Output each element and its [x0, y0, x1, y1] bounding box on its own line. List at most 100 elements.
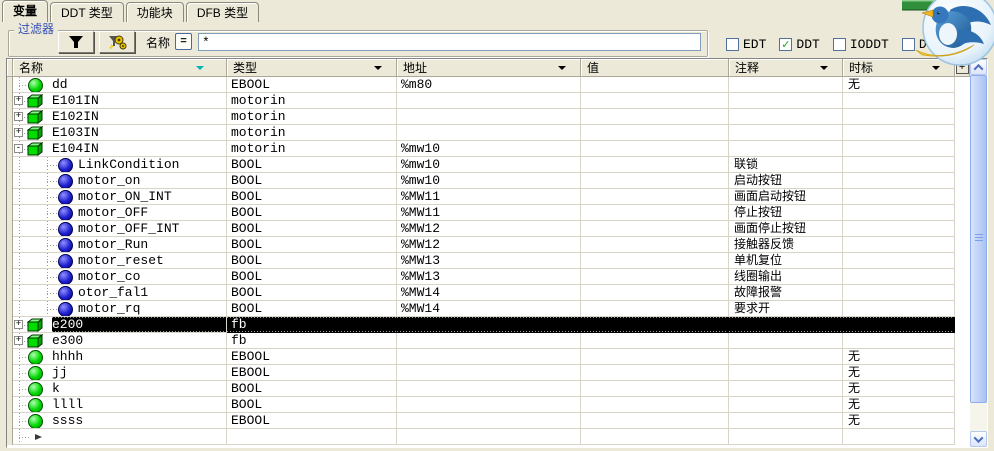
variable-value-cell[interactable]	[581, 189, 729, 205]
table-row-1[interactable]: +E101INmotorin	[7, 93, 970, 109]
variable-value-cell[interactable]	[581, 333, 729, 349]
variable-name-cell[interactable]: motor_OFF_INT	[13, 221, 227, 237]
table-row-8[interactable]: motor_OFFBOOL%MW11停止按钮	[7, 205, 970, 221]
variable-type-cell[interactable]: EBOOL	[227, 413, 397, 429]
table-row-0[interactable]: ddEBOOL%m80 无	[7, 77, 970, 93]
variable-type-cell[interactable]: BOOL	[227, 173, 397, 189]
variable-name-cell[interactable]: motor_rq	[13, 301, 227, 317]
variable-address-cell[interactable]	[397, 317, 581, 333]
variable-address-cell[interactable]	[397, 381, 581, 397]
variable-address-cell[interactable]: %MW12	[397, 221, 581, 237]
variable-comment-cell[interactable]	[729, 397, 843, 413]
variable-value-cell[interactable]	[581, 349, 729, 365]
name-pattern-input[interactable]	[198, 33, 701, 51]
variable-value-cell[interactable]	[581, 93, 729, 109]
table-row-18[interactable]: jjEBOOL无	[7, 365, 970, 381]
tab-2[interactable]: 功能块	[126, 2, 184, 22]
variable-address-cell[interactable]	[397, 397, 581, 413]
variable-name-cell[interactable]: +e200	[13, 317, 227, 333]
variable-value-cell[interactable]	[581, 141, 729, 157]
variable-comment-cell[interactable]: 故障报警	[729, 285, 843, 301]
variable-timestamp-cell[interactable]	[843, 301, 955, 317]
table-row-14[interactable]: motor_rqBOOL%MW14要求开	[7, 301, 970, 317]
variable-value-cell[interactable]	[581, 397, 729, 413]
variable-timestamp-cell[interactable]	[843, 221, 955, 237]
variable-timestamp-cell[interactable]	[843, 285, 955, 301]
variable-type-cell[interactable]: EBOOL	[227, 349, 397, 365]
table-row-11[interactable]: motor_resetBOOL%MW13单机复位	[7, 253, 970, 269]
variable-name-cell[interactable]: +E101IN	[13, 93, 227, 109]
variable-name-cell[interactable]: motor_reset	[13, 253, 227, 269]
table-row-2[interactable]: +E102INmotorin	[7, 109, 970, 125]
table-row-13[interactable]: otor_fal1BOOL%MW14故障报警	[7, 285, 970, 301]
column-filter-arrow-icon[interactable]	[196, 66, 204, 70]
variable-type-cell[interactable]: BOOL	[227, 269, 397, 285]
variable-timestamp-cell[interactable]	[843, 237, 955, 253]
column-header-4[interactable]: 注释	[729, 59, 843, 77]
type-filter-checkbox-0[interactable]: EDT	[726, 37, 766, 52]
column-header-3[interactable]: 值	[581, 59, 729, 77]
filter-settings-button[interactable]	[99, 31, 135, 53]
table-row-17[interactable]: hhhhEBOOL无	[7, 349, 970, 365]
variable-comment-cell[interactable]: 停止按钮	[729, 205, 843, 221]
variable-comment-cell[interactable]	[729, 93, 843, 109]
variable-type-cell[interactable]: motorin	[227, 125, 397, 141]
variable-address-cell[interactable]	[397, 109, 581, 125]
table-row-10[interactable]: motor_RunBOOL%MW12接触器反馈	[7, 237, 970, 253]
table-row-20[interactable]: llllBOOL无	[7, 397, 970, 413]
table-row-16[interactable]: +e300fb	[7, 333, 970, 349]
equals-filter-button[interactable]: =	[175, 33, 192, 50]
variable-type-cell[interactable]: fb	[227, 317, 397, 333]
filter-button[interactable]	[58, 31, 94, 53]
variable-type-cell[interactable]: BOOL	[227, 285, 397, 301]
variable-name-cell[interactable]	[13, 429, 227, 445]
checkbox-box[interactable]	[726, 38, 739, 51]
variable-type-cell[interactable]: EBOOL	[227, 77, 397, 93]
scrollbar-track[interactable]	[970, 75, 987, 431]
variable-address-cell[interactable]: %mw10	[397, 141, 581, 157]
variable-comment-cell[interactable]	[729, 349, 843, 365]
variable-value-cell[interactable]	[581, 253, 729, 269]
variable-address-cell[interactable]	[397, 333, 581, 349]
variable-value-cell[interactable]	[581, 125, 729, 141]
variable-type-cell[interactable]: BOOL	[227, 253, 397, 269]
variable-comment-cell[interactable]: 单机复位	[729, 253, 843, 269]
column-filter-arrow-icon[interactable]	[374, 66, 382, 70]
variable-comment-cell[interactable]: 联锁	[729, 157, 843, 173]
variable-name-cell[interactable]: ssss	[13, 413, 227, 429]
variable-address-cell[interactable]: %mw10	[397, 157, 581, 173]
variable-address-cell[interactable]: %m80	[397, 77, 581, 93]
variable-comment-cell[interactable]: 接触器反馈	[729, 237, 843, 253]
expand-columns-button[interactable]: +	[956, 61, 969, 74]
variable-name-cell[interactable]: jj	[13, 365, 227, 381]
variable-type-cell[interactable]: BOOL	[227, 237, 397, 253]
variable-type-cell[interactable]: BOOL	[227, 397, 397, 413]
table-row-22[interactable]	[7, 429, 970, 445]
tree-expander-plus[interactable]: +	[14, 336, 23, 345]
table-row-9[interactable]: motor_OFF_INTBOOL%MW12画面停止按钮	[7, 221, 970, 237]
variable-timestamp-cell[interactable]	[843, 269, 955, 285]
variable-address-cell[interactable]: %MW14	[397, 285, 581, 301]
table-row-19[interactable]: kBOOL无	[7, 381, 970, 397]
variable-name-cell[interactable]: dd	[13, 77, 227, 93]
variable-address-cell[interactable]: %MW11	[397, 205, 581, 221]
variable-name-cell[interactable]: -E104IN	[13, 141, 227, 157]
variable-timestamp-cell[interactable]: 无	[843, 413, 955, 429]
table-row-3[interactable]: +E103INmotorin	[7, 125, 970, 141]
tree-expander-minus[interactable]: -	[14, 144, 23, 153]
variable-comment-cell[interactable]: 线圈输出	[729, 269, 843, 285]
variable-comment-cell[interactable]	[729, 317, 843, 333]
variable-value-cell[interactable]	[581, 269, 729, 285]
variable-type-cell[interactable]: BOOL	[227, 381, 397, 397]
vertical-scrollbar[interactable]	[970, 59, 987, 447]
variable-timestamp-cell[interactable]	[843, 253, 955, 269]
variable-comment-cell[interactable]	[729, 333, 843, 349]
type-filter-checkbox-1[interactable]: ✓DDT	[779, 37, 819, 52]
variable-type-cell[interactable]: BOOL	[227, 189, 397, 205]
variable-name-cell[interactable]: llll	[13, 397, 227, 413]
variable-value-cell[interactable]	[581, 157, 729, 173]
variable-value-cell[interactable]	[581, 285, 729, 301]
variable-timestamp-cell[interactable]: 无	[843, 77, 955, 93]
variable-address-cell[interactable]: %MW14	[397, 301, 581, 317]
variable-comment-cell[interactable]	[729, 77, 843, 93]
